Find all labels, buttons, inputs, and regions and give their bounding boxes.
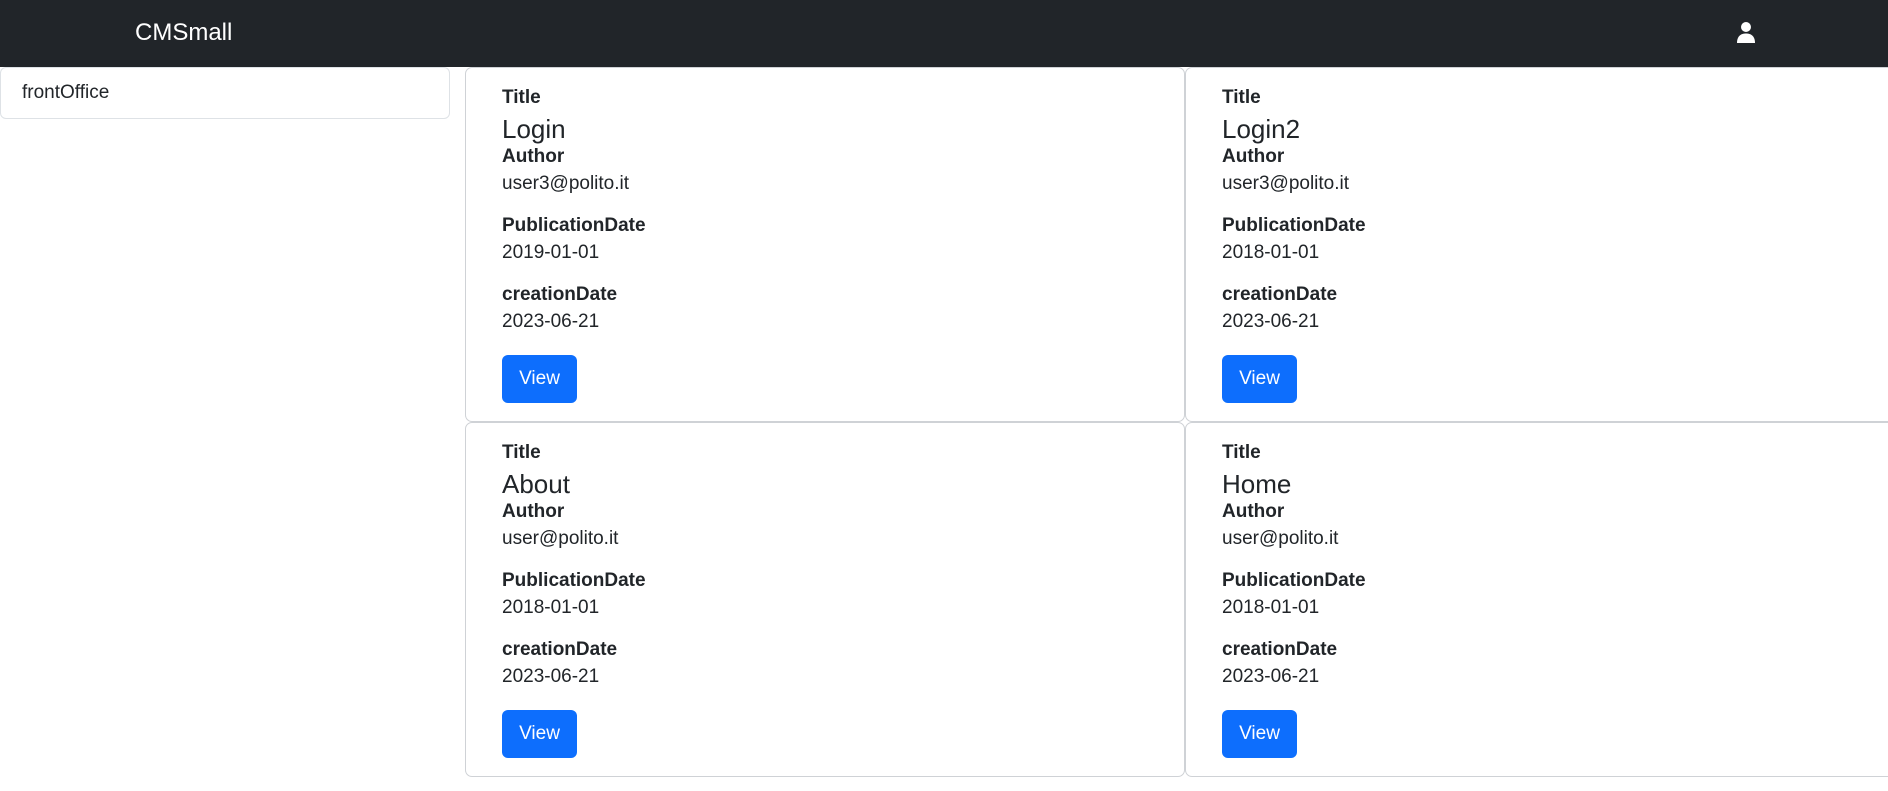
author-label: Author bbox=[1222, 146, 1285, 167]
page-title: Home bbox=[1222, 469, 1292, 499]
page-title: Login bbox=[502, 114, 566, 144]
page-title: Login2 bbox=[1222, 114, 1301, 144]
page-card: Title Login Author user3@polito.it Publi… bbox=[465, 67, 1185, 422]
author-label: Author bbox=[502, 501, 565, 522]
sidebar-item-label: frontOffice bbox=[22, 82, 110, 103]
brand-link[interactable]: CMSmall bbox=[135, 18, 232, 48]
creation-date-label: creationDate bbox=[1222, 639, 1338, 660]
title-label: Title bbox=[1222, 87, 1261, 108]
author-value: user3@polito.it bbox=[502, 173, 630, 194]
publication-date-label: PublicationDate bbox=[502, 215, 646, 236]
page-card: Title About Author user@polito.it Public… bbox=[465, 422, 1185, 777]
publication-date-label: PublicationDate bbox=[1222, 215, 1366, 236]
creation-date-label: creationDate bbox=[502, 639, 618, 660]
navbar: CMSmall bbox=[0, 0, 1888, 67]
user-icon[interactable] bbox=[1734, 20, 1758, 44]
page-card: Title Home Author user@polito.it Publica… bbox=[1185, 422, 1888, 777]
creation-date-value: 2023-06-21 bbox=[502, 311, 600, 332]
view-button[interactable]: View bbox=[1222, 710, 1297, 758]
sidebar-item-frontoffice[interactable]: frontOffice bbox=[0, 67, 450, 119]
publication-date-value: 2018-01-01 bbox=[1222, 597, 1320, 618]
creation-date-value: 2023-06-21 bbox=[502, 666, 600, 687]
publication-date-label: PublicationDate bbox=[502, 570, 646, 591]
publication-date-value: 2018-01-01 bbox=[502, 597, 600, 618]
author-value: user3@polito.it bbox=[1222, 173, 1350, 194]
title-label: Title bbox=[502, 87, 541, 108]
author-label: Author bbox=[1222, 501, 1285, 522]
author-label: Author bbox=[502, 146, 565, 167]
author-value: user@polito.it bbox=[1222, 528, 1339, 549]
view-button[interactable]: View bbox=[1222, 355, 1297, 403]
author-value: user@polito.it bbox=[502, 528, 619, 549]
creation-date-label: creationDate bbox=[502, 284, 618, 305]
publication-date-value: 2019-01-01 bbox=[502, 242, 600, 263]
creation-date-value: 2023-06-21 bbox=[1222, 311, 1320, 332]
title-label: Title bbox=[502, 442, 541, 463]
creation-date-label: creationDate bbox=[1222, 284, 1338, 305]
page-title: About bbox=[502, 469, 570, 499]
page-card: Title Login2 Author user3@polito.it Publ… bbox=[1185, 67, 1888, 422]
publication-date-value: 2018-01-01 bbox=[1222, 242, 1320, 263]
title-label: Title bbox=[1222, 442, 1261, 463]
view-button[interactable]: View bbox=[502, 355, 577, 403]
view-button[interactable]: View bbox=[502, 710, 577, 758]
publication-date-label: PublicationDate bbox=[1222, 570, 1366, 591]
creation-date-value: 2023-06-21 bbox=[1222, 666, 1320, 687]
